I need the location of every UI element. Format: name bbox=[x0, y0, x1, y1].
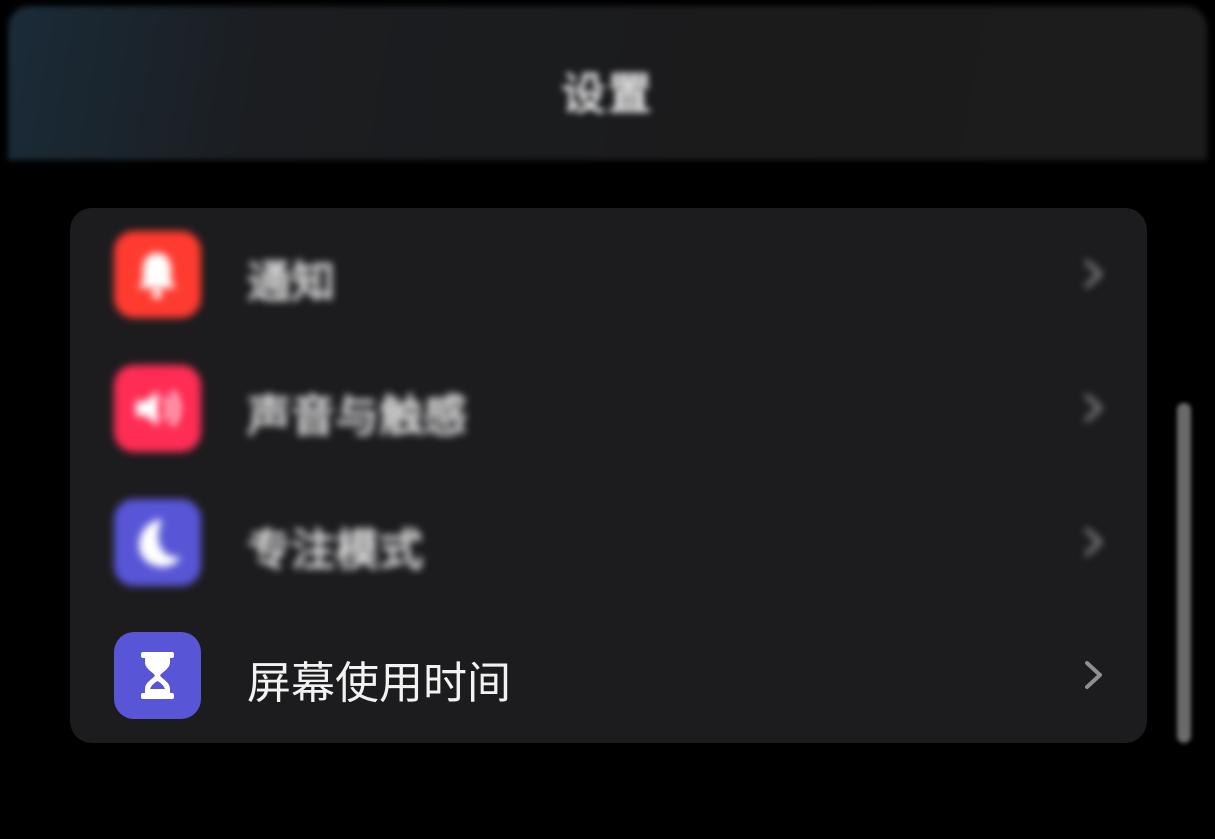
settings-row-label: 专注模式 bbox=[247, 525, 423, 576]
settings-row-focus[interactable]: 专注模式 bbox=[70, 476, 1147, 610]
settings-row-label: 通知 bbox=[247, 257, 335, 308]
settings-row-label: 屏幕使用时间 bbox=[247, 658, 511, 709]
hourglass-icon bbox=[114, 632, 201, 719]
settings-group: 通知 声音与触感 专注模式 屏幕使用时间 bbox=[70, 208, 1147, 743]
chevron-right-icon bbox=[1085, 394, 1102, 422]
bell-icon bbox=[114, 231, 201, 318]
speaker-icon bbox=[114, 365, 201, 452]
settings-screen: 设置 通知 声音与触感 专注模式 屏幕使用时间 bbox=[0, 0, 1215, 839]
settings-row-notifications[interactable]: 通知 bbox=[70, 208, 1147, 342]
settings-row-sounds[interactable]: 声音与触感 bbox=[70, 342, 1147, 476]
chevron-right-icon bbox=[1085, 260, 1102, 288]
settings-row-label: 声音与触感 bbox=[247, 391, 467, 442]
chevron-right-icon bbox=[1085, 661, 1102, 689]
moon-icon bbox=[114, 499, 201, 586]
settings-row-screen-time[interactable]: 屏幕使用时间 bbox=[70, 609, 1147, 743]
scroll-indicator[interactable] bbox=[1177, 403, 1191, 743]
chevron-right-icon bbox=[1085, 528, 1102, 556]
page-title: 设置 bbox=[561, 69, 654, 120]
